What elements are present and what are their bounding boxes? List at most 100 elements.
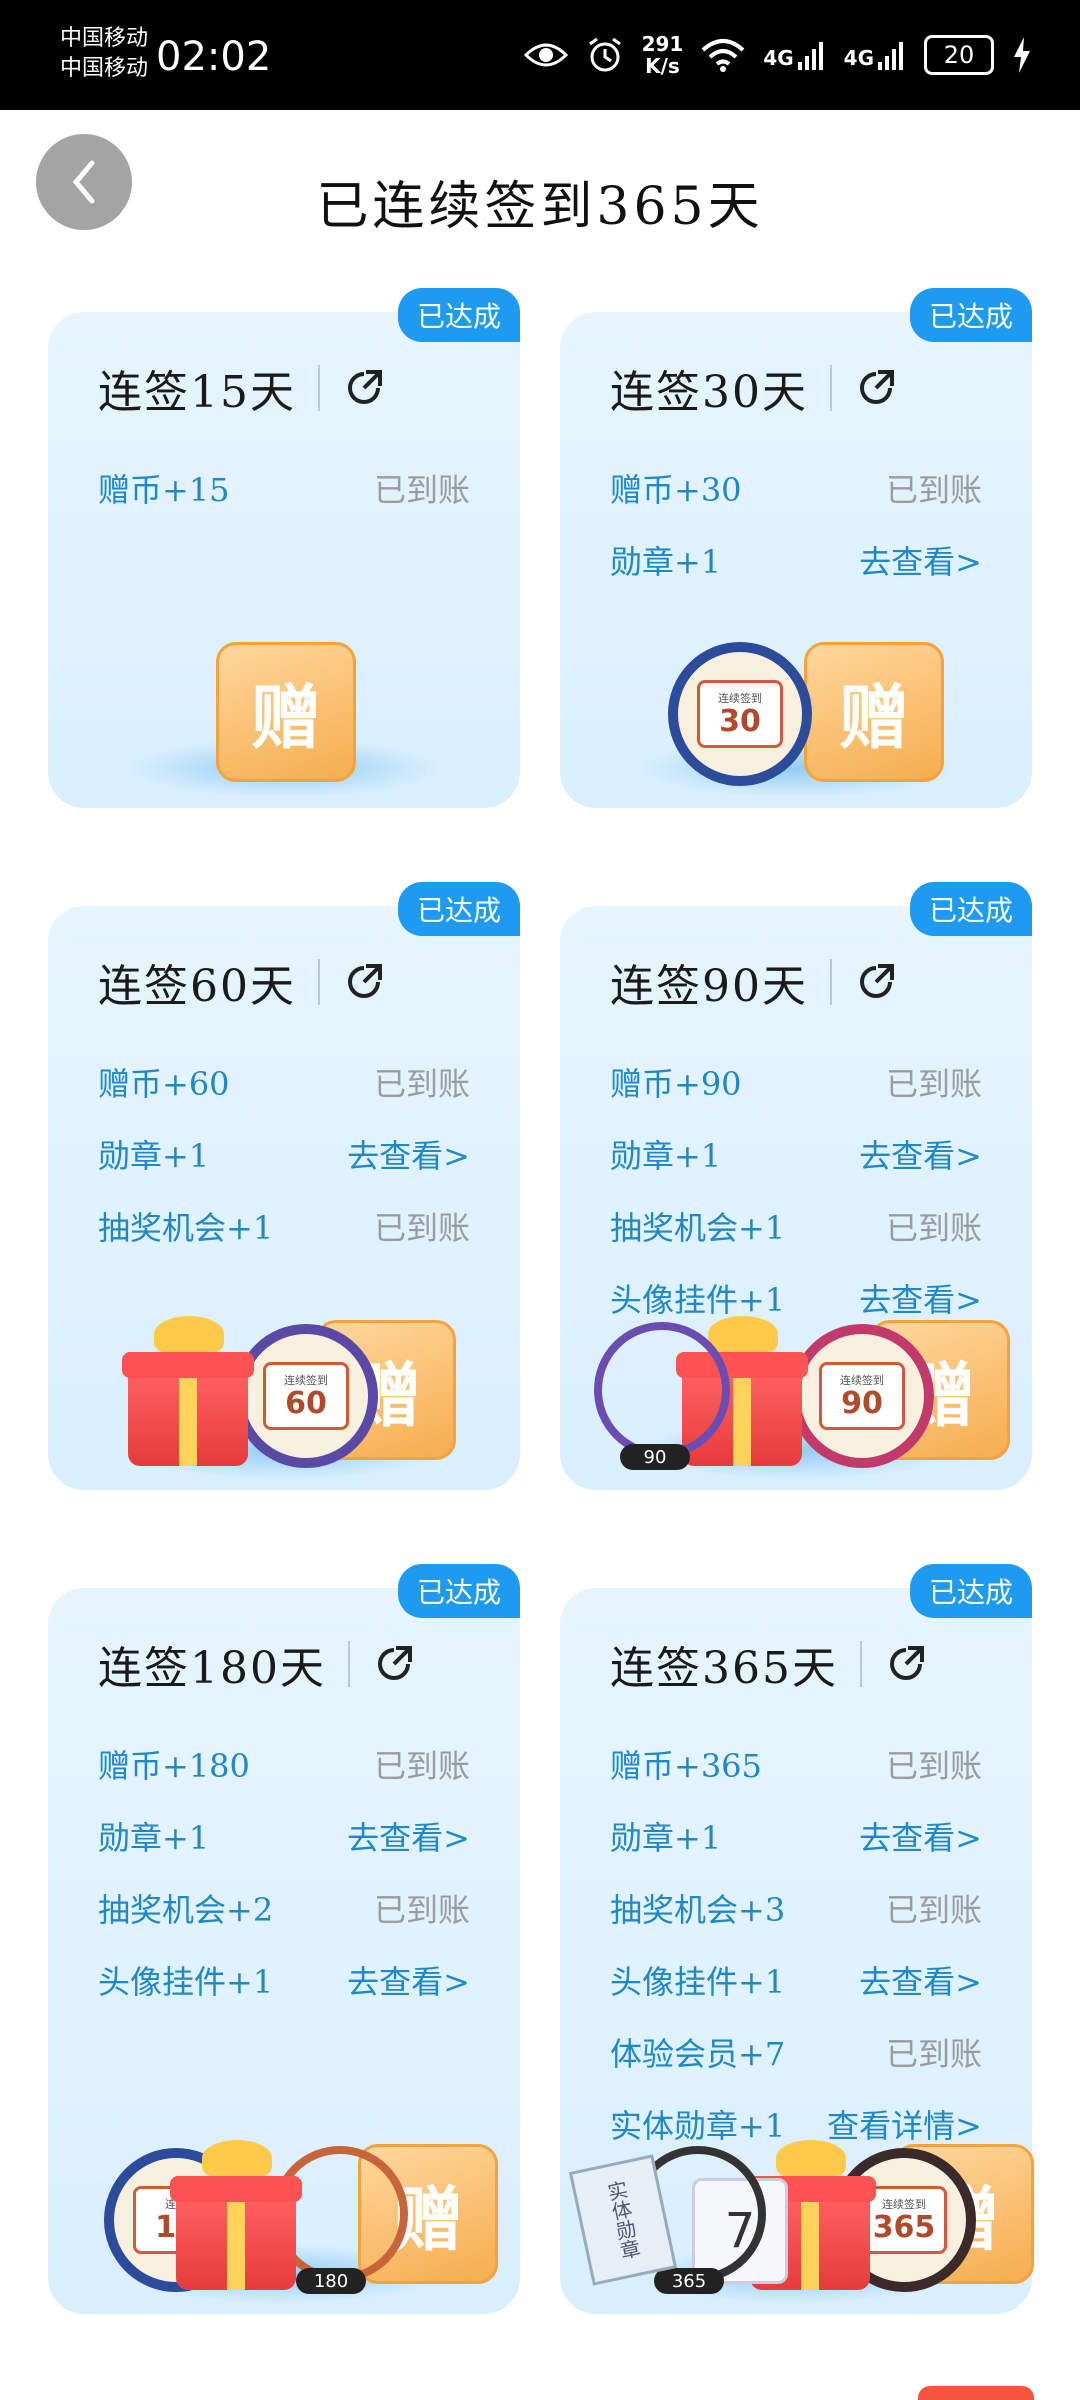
share-icon[interactable] (884, 1642, 928, 1686)
card-title: 连签30天 (610, 367, 808, 418)
card-title: 连签180天 (98, 1643, 326, 1694)
medal-calendar: 连续签到 30 (697, 680, 783, 748)
card-header: 连签15天 (98, 356, 386, 420)
carrier-1: 中国移动 (60, 26, 149, 51)
reward-row: 勋章+1 去查看> (98, 1800, 470, 1872)
milestone-card-15: 已达成 连签15天 赠币+15 已到账 赠 (48, 288, 520, 808)
avatar-frame-tag: 90 (620, 1444, 690, 1470)
reward-label: 赠币+60 (98, 1065, 230, 1103)
reward-row: 抽奖机会+3 已到账 (610, 1872, 982, 1944)
status-time: 02:02 (156, 34, 272, 80)
achieved-badge: 已达成 (398, 882, 520, 936)
card-header: 连签90天 (610, 950, 898, 1014)
reward-label: 头像挂件+1 (98, 1963, 274, 2001)
reward-status: 已到账 (885, 471, 982, 509)
signal-bars-icon (797, 42, 823, 70)
reward-list: 赠币+90 已到账 勋章+1 去查看> 抽奖机会+1 已到账 头像挂件+1 去查… (610, 1046, 982, 1334)
view-link[interactable]: 去查看> (859, 537, 982, 583)
reward-list: 赠币+30 已到账 勋章+1 去查看> (610, 452, 982, 596)
card-title: 连签60天 (98, 961, 296, 1012)
view-link[interactable]: 去查看> (347, 1957, 470, 2003)
avatar-frame-icon (594, 1322, 730, 1458)
share-icon[interactable] (372, 1642, 416, 1686)
gift-bow (708, 1316, 778, 1352)
view-link[interactable]: 去查看> (859, 1957, 982, 2003)
divider (318, 959, 320, 1005)
reward-illustration: 赠 连续签到 365 7 365 实体勋章 (560, 2134, 1034, 2314)
reward-status: 已到账 (885, 2035, 982, 2073)
reward-illustration: 赠 连续签到 30 (560, 628, 1032, 808)
reward-label: 赠币+15 (98, 471, 230, 509)
view-link[interactable]: 去查看> (859, 1131, 982, 1177)
reward-status: 已到账 (373, 1747, 470, 1785)
reward-label: 勋章+1 (610, 1819, 722, 1857)
net-speed: 291 K/s (642, 33, 684, 77)
net-speed-value: 291 (641, 32, 684, 56)
gift-box-icon (170, 2176, 302, 2290)
eye-icon (523, 43, 568, 67)
battery-level: 20 (943, 41, 975, 69)
alarm-icon (588, 37, 621, 72)
medal-icon: 连续签到 90 (790, 1324, 934, 1468)
share-icon[interactable] (342, 960, 386, 1004)
reward-status: 已到账 (885, 1747, 982, 1785)
status-bar: 中国移动 中国移动 02:02 291 K/s 4G 4G 20 (0, 0, 1080, 110)
reward-row: 勋章+1 去查看> (610, 524, 982, 596)
bottom-action-peek[interactable] (918, 2386, 1034, 2400)
medal-calendar: 连续签到 60 (263, 1362, 349, 1430)
reward-list: 赠币+15 已到账 (98, 452, 470, 524)
share-icon[interactable] (342, 366, 386, 410)
reward-label: 抽奖机会+1 (610, 1209, 786, 1247)
divider (830, 365, 832, 411)
net-speed-unit: K/s (645, 54, 680, 78)
view-link[interactable]: 去查看> (347, 1131, 470, 1177)
share-icon[interactable] (854, 366, 898, 410)
card-title: 连签90天 (610, 961, 808, 1012)
medal-icon: 连续签到 60 (234, 1324, 378, 1468)
medal-number: 60 (285, 1386, 327, 1421)
signal-2-label: 4G (843, 46, 874, 70)
signal-1-label: 4G (763, 46, 794, 70)
reward-status: 已到账 (373, 471, 470, 509)
medal-number: 90 (841, 1386, 883, 1421)
reward-row: 体验会员+7 已到账 (610, 2016, 982, 2088)
reward-row: 赠币+15 已到账 (98, 452, 470, 524)
card-header: 连签30天 (610, 356, 898, 420)
divider (347, 1641, 350, 1687)
page-title: 已连续签到365天 (316, 177, 764, 237)
reward-row: 赠币+365 已到账 (610, 1728, 982, 1800)
card-title: 连签15天 (98, 367, 296, 418)
reward-illustration: 赠 连续签到 60 (48, 1310, 520, 1490)
divider (830, 959, 832, 1005)
avatar-frame-tag: 365 (654, 2268, 724, 2294)
reward-row: 头像挂件+1 去查看> (98, 1944, 470, 2016)
wifi-icon (701, 39, 745, 72)
reward-row: 抽奖机会+1 已到账 (610, 1190, 982, 1262)
carrier-info: 中国移动 中国移动 (60, 24, 148, 84)
card-header: 连签365天 (610, 1632, 928, 1696)
reward-label: 抽奖机会+3 (610, 1891, 786, 1929)
milestone-card-60: 已达成 连签60天 赠币+60 已到账 勋章+1 去查看> 抽奖机会+1 已到账… (48, 882, 520, 1490)
status-icons: 291 K/s 4G 4G 20 (523, 28, 1032, 82)
avatar-frame-tag: 180 (296, 2268, 366, 2294)
reward-status: 已到账 (885, 1891, 982, 1929)
reward-label: 赠币+365 (610, 1747, 762, 1785)
divider (859, 1641, 862, 1687)
view-link[interactable]: 去查看> (859, 1813, 982, 1859)
reward-illustration: 赠 (48, 628, 520, 808)
reward-list: 赠币+180 已到账 勋章+1 去查看> 抽奖机会+2 已到账 头像挂件+1 去… (98, 1728, 470, 2016)
signal-bars-icon (878, 42, 903, 70)
battery-indicator: 20 (924, 35, 994, 75)
reward-row: 赠币+180 已到账 (98, 1728, 470, 1800)
card-header: 连签60天 (98, 950, 386, 1014)
view-link[interactable]: 去查看> (347, 1813, 470, 1859)
share-icon[interactable] (854, 960, 898, 1004)
reward-row: 勋章+1 去查看> (610, 1800, 982, 1872)
signal-1: 4G (763, 40, 825, 70)
reward-status: 已到账 (885, 1065, 982, 1103)
reward-label: 勋章+1 (98, 1137, 210, 1175)
achieved-badge: 已达成 (398, 1564, 520, 1618)
reward-row: 勋章+1 去查看> (98, 1118, 470, 1190)
reward-label: 抽奖机会+2 (98, 1891, 274, 1929)
reward-row: 赠币+60 已到账 (98, 1046, 470, 1118)
